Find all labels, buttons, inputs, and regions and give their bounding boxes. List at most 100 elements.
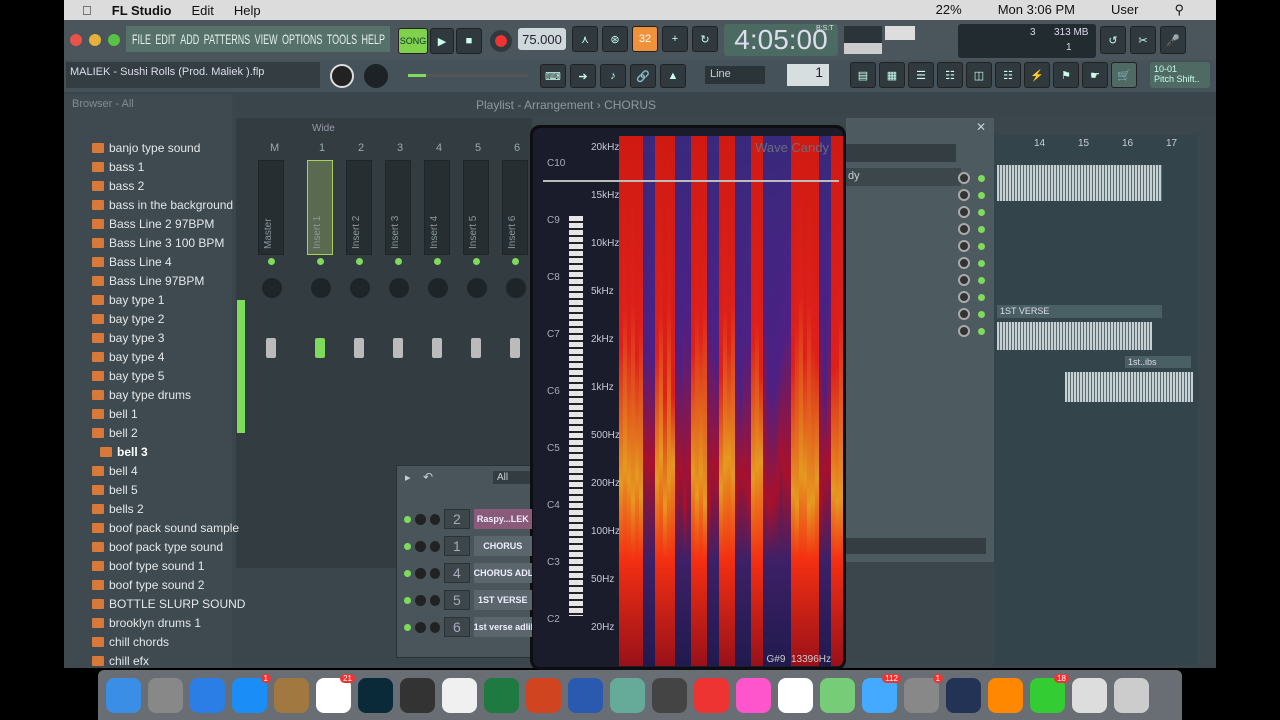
undo-history-icon[interactable]: ↺	[1100, 26, 1126, 54]
channel-enable-led[interactable]	[404, 542, 411, 550]
mixer-strip[interactable]: Insert 2	[346, 160, 372, 255]
browser-item[interactable]: bass 2	[92, 176, 144, 195]
dock-powerpoint-icon[interactable]	[526, 677, 561, 713]
browser-item[interactable]: boof pack type sound	[92, 537, 223, 556]
dock-itunes-icon[interactable]	[442, 677, 477, 713]
slot-mix-knob[interactable]	[958, 189, 970, 201]
audio-clip-waveform[interactable]	[1065, 372, 1193, 402]
browser-item[interactable]: bay type 3	[92, 328, 164, 347]
plugin-slot[interactable]: dy	[846, 168, 961, 186]
slot-mix-knob[interactable]	[958, 291, 970, 303]
menu-tools[interactable]: TOOLS	[327, 31, 357, 47]
channel-pan-knob[interactable]	[429, 594, 441, 606]
stop-button[interactable]: ■	[456, 28, 482, 54]
channel-volume-knob[interactable]	[414, 540, 426, 552]
dock-downloads-icon[interactable]	[1072, 677, 1107, 713]
channel-mixer-track[interactable]: 4	[444, 563, 470, 583]
slot-enable-led[interactable]	[978, 328, 985, 335]
mixer-pan-knob[interactable]	[350, 278, 370, 298]
main-volume-knob[interactable]	[330, 64, 354, 88]
channel-enable-led[interactable]	[404, 596, 411, 604]
user-menu[interactable]: User	[1111, 2, 1138, 18]
browser-item[interactable]: bay type 5	[92, 366, 164, 385]
apple-icon[interactable]: 	[82, 3, 92, 18]
pattern-length-button[interactable]: 32	[632, 26, 658, 52]
metronome-icon[interactable]: ⋏	[572, 26, 598, 52]
hand-icon[interactable]: ☛	[1082, 62, 1108, 88]
channel-rack-icon[interactable]: ☰	[908, 62, 934, 88]
menu-view[interactable]: VIEW	[255, 31, 278, 47]
dock-notes-book-icon[interactable]	[274, 677, 309, 713]
preset-select[interactable]	[846, 144, 956, 162]
slot-enable-led[interactable]	[978, 243, 985, 250]
mixer-volume-fader[interactable]	[393, 338, 403, 358]
browser-item[interactable]: boof type sound 2	[92, 575, 204, 594]
mixer-mute-led[interactable]	[268, 258, 275, 265]
mixer-volume-fader[interactable]	[354, 338, 364, 358]
mixer-pan-knob[interactable]	[262, 278, 282, 298]
mixer-volume-fader[interactable]	[315, 338, 325, 358]
dock-safari-icon[interactable]	[190, 677, 225, 713]
channel-enable-led[interactable]	[404, 623, 411, 631]
mixer-mute-led[interactable]	[356, 258, 363, 265]
channel-filter[interactable]: All	[493, 471, 533, 484]
mixer-strip[interactable]: Insert 5	[463, 160, 489, 255]
dock-news-icon[interactable]	[694, 677, 729, 713]
channel-enable-led[interactable]	[404, 569, 411, 577]
mixer-strip[interactable]: Insert 4	[424, 160, 450, 255]
song-mode-toggle[interactable]: SONG	[398, 28, 428, 54]
dock-prefs-icon[interactable]: 1	[904, 673, 943, 713]
undo-icon[interactable]: ↶	[423, 470, 433, 484]
channel-volume-knob[interactable]	[414, 513, 426, 525]
playlist-icon[interactable]: ▤	[850, 62, 876, 88]
link-icon[interactable]: 🔗	[630, 64, 656, 88]
mixer-pan-knob[interactable]	[428, 278, 448, 298]
slot-enable-led[interactable]	[978, 175, 985, 182]
minimize-window-button[interactable]	[89, 34, 101, 46]
slot-enable-led[interactable]	[978, 311, 985, 318]
dock-maps-icon[interactable]	[820, 677, 855, 713]
menu-edit[interactable]: EDIT	[155, 31, 175, 47]
cart-icon[interactable]: 🛒	[1111, 62, 1137, 88]
channel-name-button[interactable]: CHORUS	[473, 536, 532, 556]
play-button[interactable]: ▶	[430, 28, 454, 54]
mixer-strip[interactable]: Master	[258, 160, 284, 255]
browser-item[interactable]: bay type 1	[92, 290, 164, 309]
slot-mix-knob[interactable]	[958, 308, 970, 320]
browser-item[interactable]: Bass Line 2 97BPM	[92, 214, 214, 233]
channel-name-button[interactable]: CHORUS ADLIBS	[473, 563, 532, 583]
browser-item[interactable]: BOTTLE SLURP SOUND	[92, 594, 245, 613]
close-icon[interactable]: ✕	[976, 120, 986, 134]
channel-enable-led[interactable]	[404, 515, 411, 523]
dock-facetime-icon[interactable]: 18	[1030, 673, 1069, 713]
slot-enable-led[interactable]	[978, 260, 985, 267]
mixer-strip[interactable]: Insert 6	[502, 160, 528, 255]
tempo-display[interactable]: 75.000	[518, 28, 566, 50]
browser-item[interactable]: banjo type sound	[92, 138, 200, 157]
channel-name-button[interactable]: Raspy...LEK	[473, 509, 532, 529]
dock-excel-icon[interactable]	[484, 677, 519, 713]
record-button[interactable]	[490, 30, 512, 52]
snap-select[interactable]: Line	[705, 66, 765, 84]
typing-keyboard-icon[interactable]: ⌨	[540, 64, 566, 88]
audio-clip-waveform[interactable]	[997, 322, 1152, 350]
channel-mixer-track[interactable]: 6	[444, 617, 470, 637]
slot-enable-led[interactable]	[978, 277, 985, 284]
browser-item[interactable]: bass 1	[92, 157, 144, 176]
channel-mixer-track[interactable]: 2	[444, 509, 470, 529]
step-value-input[interactable]: 1	[787, 64, 829, 86]
loop-record-icon[interactable]: ↻	[692, 26, 718, 52]
dock-appstore-icon[interactable]: 1	[232, 673, 271, 713]
wait-input-icon[interactable]: ⊛	[602, 26, 628, 52]
mixer-strip[interactable]: Insert 3	[385, 160, 411, 255]
channel-volume-knob[interactable]	[414, 594, 426, 606]
mixer-volume-fader[interactable]	[471, 338, 481, 358]
main-pitch-knob[interactable]	[364, 64, 388, 88]
mixer-pan-knob[interactable]	[311, 278, 331, 298]
channel-volume-knob[interactable]	[414, 567, 426, 579]
playlist-pattern[interactable]: CHORUS	[604, 98, 656, 112]
dock-word-icon[interactable]	[568, 677, 603, 713]
dock-reminders-icon[interactable]	[778, 677, 813, 713]
step-edit-icon[interactable]: +	[662, 26, 688, 52]
audio-clip-waveform[interactable]	[997, 165, 1162, 201]
